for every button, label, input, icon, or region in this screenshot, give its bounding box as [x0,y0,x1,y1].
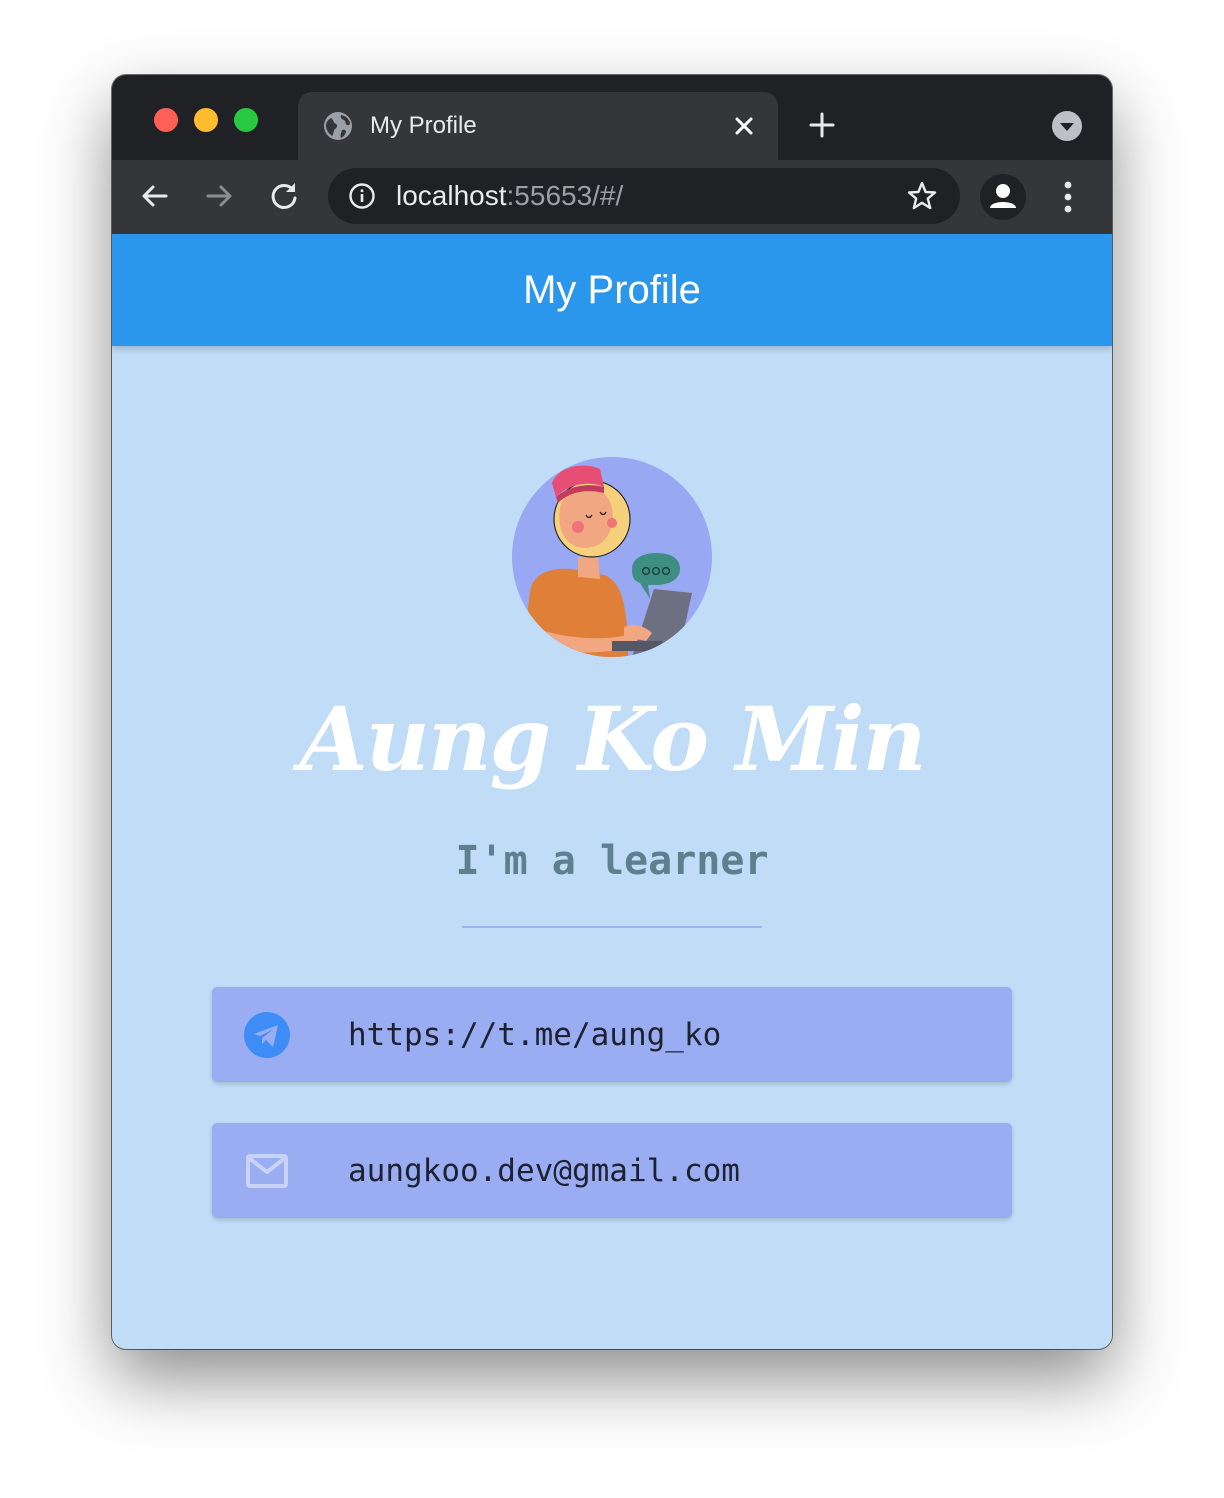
profile-name: Aung Ko Min [299,687,926,791]
person-icon [990,184,1016,208]
maximize-window-button[interactable] [234,108,258,132]
new-tab-icon[interactable] [806,109,838,141]
close-window-button[interactable] [154,108,178,132]
profile-button[interactable] [980,174,1026,220]
info-icon[interactable] [348,182,376,210]
minimize-window-button[interactable] [194,108,218,132]
url-path: :55653/#/ [506,180,624,211]
url-text: localhost:55653/#/ [396,179,623,213]
url-host: localhost [396,180,507,211]
avatar [512,457,712,657]
browser-tab[interactable]: My Profile [298,92,778,160]
tab-title: My Profile [370,112,477,139]
email-card[interactable]: aungkoo.dev@gmail.com [212,1123,1012,1218]
forward-arrow-icon[interactable] [202,179,236,213]
profile-content: Aung Ko Min I'm a learner https://t.me/a… [112,346,1112,1349]
chevron-down-icon [1060,123,1074,131]
globe-icon [324,112,352,140]
close-tab-icon[interactable] [732,114,756,138]
mail-icon [246,1154,288,1188]
address-bar[interactable]: localhost:55653/#/ [328,168,960,224]
telegram-icon [244,1012,290,1058]
app-bar-title: My Profile [523,268,701,312]
reload-icon[interactable] [267,179,301,213]
browser-window: My Profile localhost:55653/#/ My Profile… [112,75,1112,1349]
bookmark-star-icon[interactable] [906,180,938,212]
profile-tagline: I'm a learner [455,838,769,884]
tab-strip: My Profile [112,75,1112,160]
telegram-link[interactable]: https://t.me/aung_ko [348,1015,721,1055]
tab-search-button[interactable] [1052,111,1082,141]
divider [462,926,762,928]
back-arrow-icon[interactable] [138,179,172,213]
more-vert-icon[interactable] [1054,178,1082,216]
app-bar: My Profile [112,234,1112,346]
email-address[interactable]: aungkoo.dev@gmail.com [348,1151,740,1191]
browser-toolbar: localhost:55653/#/ [112,160,1112,234]
telegram-card[interactable]: https://t.me/aung_ko [212,987,1012,1082]
